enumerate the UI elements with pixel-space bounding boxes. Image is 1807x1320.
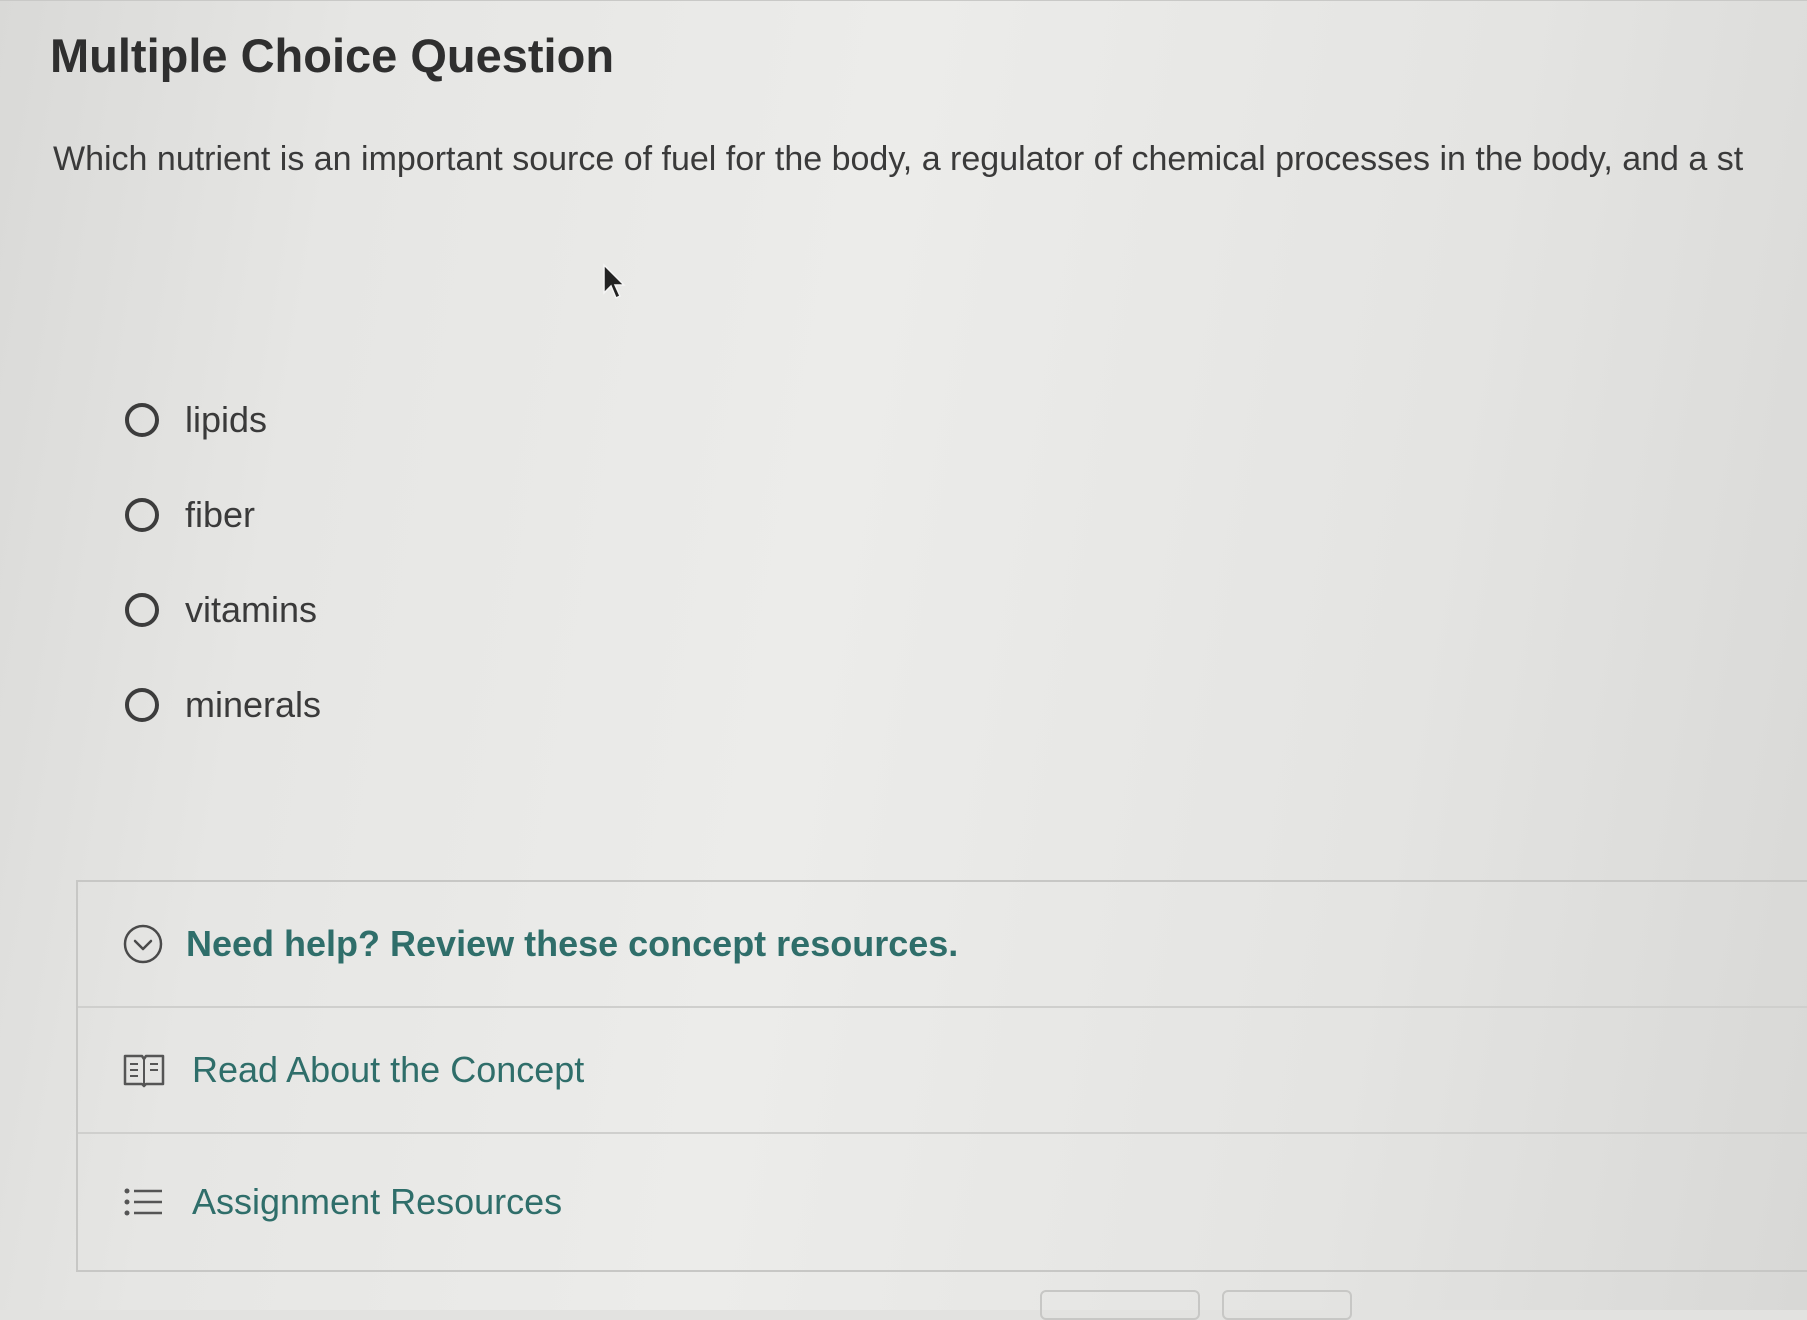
option-vitamins[interactable]: vitamins — [125, 562, 321, 657]
concept-resources-heading: Need help? Review these concept resource… — [186, 923, 959, 964]
read-about-concept-label: Read About the Concept — [192, 1049, 585, 1090]
option-label: vitamins — [185, 588, 318, 630]
radio-button[interactable] — [125, 497, 159, 532]
list-icon — [122, 1183, 166, 1221]
footer-button[interactable] — [1222, 1290, 1352, 1320]
option-label: minerals — [185, 683, 322, 725]
read-about-concept-link[interactable]: Read About the Concept — [78, 1008, 1807, 1134]
option-lipids[interactable]: lipids — [125, 372, 321, 467]
radio-button[interactable] — [125, 402, 159, 437]
chevron-circle-down-icon — [122, 923, 164, 965]
footer-button[interactable] — [1040, 1290, 1200, 1320]
radio-button[interactable] — [125, 687, 159, 722]
concept-resources-panel: Need help? Review these concept resource… — [76, 880, 1807, 1272]
assignment-resources-link[interactable]: Assignment Resources — [78, 1134, 1807, 1270]
book-icon — [122, 1051, 166, 1089]
page: Multiple Choice Question Which nutrient … — [0, 0, 1807, 1320]
question-prompt: Which nutrient is an important source of… — [53, 140, 1744, 178]
answer-options: lipids fiber vitamins minerals — [125, 372, 321, 752]
option-label: fiber — [185, 493, 256, 535]
assignment-resources-label: Assignment Resources — [192, 1181, 563, 1222]
radio-button[interactable] — [125, 592, 159, 627]
option-minerals[interactable]: minerals — [125, 657, 321, 752]
option-fiber[interactable]: fiber — [125, 467, 321, 562]
mouse-cursor-icon — [603, 263, 626, 300]
option-label: lipids — [185, 398, 268, 440]
question-type-title: Multiple Choice Question — [50, 29, 615, 82]
concept-resources-toggle[interactable]: Need help? Review these concept resource… — [78, 882, 1807, 1008]
top-divider — [0, 0, 1807, 1]
